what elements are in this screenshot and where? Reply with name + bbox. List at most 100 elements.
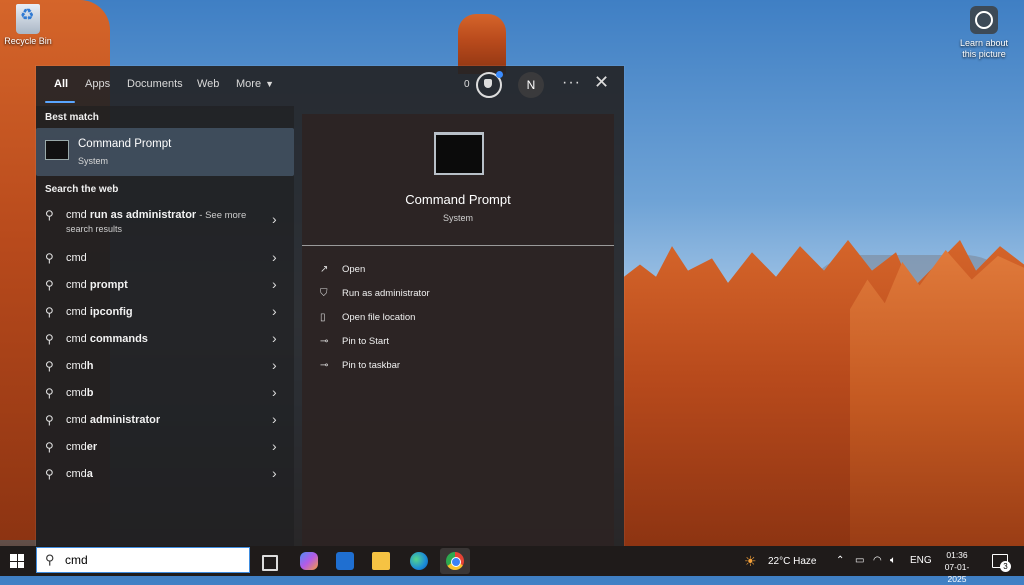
rewards-count: 0 bbox=[464, 79, 470, 90]
web-suggestion-row[interactable]: ⚲ cmd › bbox=[36, 244, 294, 271]
web-suggestion-row[interactable]: ⚲ cmd ipconfig › bbox=[36, 298, 294, 325]
clock-date: 07-01-2025 bbox=[944, 562, 970, 584]
action-open-file-location[interactable]: ▯ Open file location bbox=[320, 312, 415, 323]
search-icon: ⚲ bbox=[45, 208, 54, 222]
camera-icon bbox=[970, 6, 998, 34]
wifi-icon[interactable]: ◠ bbox=[873, 555, 882, 566]
chrome-icon[interactable] bbox=[446, 552, 464, 570]
search-input[interactable] bbox=[65, 551, 235, 569]
web-suggestion-text: cmdh bbox=[66, 360, 94, 372]
action-pin-to-start[interactable]: ⊸ Pin to Start bbox=[320, 336, 389, 347]
command-prompt-icon bbox=[434, 132, 484, 175]
search-panel: All Apps Documents Web More ▼ 0 N ··· ✕ B… bbox=[36, 66, 624, 546]
language-indicator[interactable]: ENG bbox=[910, 555, 932, 566]
web-suggestion-subtext: search results bbox=[66, 224, 123, 234]
chevron-right-icon: › bbox=[272, 330, 277, 346]
web-suggestion-row[interactable]: ⚲ cmder › bbox=[36, 433, 294, 460]
best-match-heading: Best match bbox=[45, 112, 99, 123]
action-run-as-administrator[interactable]: ⛉ Run as administrator bbox=[320, 288, 430, 299]
web-suggestion-text: cmder bbox=[66, 441, 98, 453]
weather-haze-icon[interactable]: ☀ bbox=[744, 553, 757, 570]
chevron-right-icon: › bbox=[272, 276, 277, 292]
task-view-icon[interactable] bbox=[262, 555, 278, 571]
recycle-bin-icon bbox=[16, 4, 40, 34]
search-icon: ⚲ bbox=[45, 359, 54, 373]
search-icon: ⚲ bbox=[45, 413, 54, 427]
web-suggestion-text: cmd ipconfig bbox=[66, 306, 133, 318]
file-explorer-icon[interactable] bbox=[372, 552, 390, 570]
search-web-heading: Search the web bbox=[45, 184, 119, 195]
notification-dot bbox=[496, 71, 503, 78]
desktop-background-spire bbox=[458, 14, 506, 74]
search-icon: ⚲ bbox=[45, 552, 55, 567]
meet-now-icon[interactable]: ▭ bbox=[855, 555, 864, 566]
tab-web[interactable]: Web bbox=[197, 78, 219, 90]
copilot-icon[interactable] bbox=[300, 552, 318, 570]
pin-icon: ⊸ bbox=[320, 336, 329, 347]
web-suggestion-row[interactable]: ⚲ cmdb › bbox=[36, 379, 294, 406]
pin-icon: ⊸ bbox=[320, 360, 329, 371]
command-prompt-icon bbox=[45, 140, 69, 160]
volume-icon[interactable]: 🔈︎ bbox=[890, 555, 896, 566]
chevron-right-icon: › bbox=[272, 211, 277, 227]
web-suggestion-row[interactable]: ⚲ cmd commands › bbox=[36, 325, 294, 352]
web-suggestion-row[interactable]: ⚲ cmd administrator › bbox=[36, 406, 294, 433]
tab-more[interactable]: More ▼ bbox=[236, 78, 274, 90]
search-icon: ⚲ bbox=[45, 278, 54, 292]
web-suggestion-text: cmda bbox=[66, 468, 93, 480]
recycle-bin-shortcut[interactable]: Recycle Bin bbox=[2, 4, 54, 47]
chevron-right-icon: › bbox=[272, 465, 277, 481]
weather-text[interactable]: 22°C Haze bbox=[768, 556, 816, 567]
web-suggestion-row[interactable]: ⚲ cmd run as administrator - See more se… bbox=[36, 201, 294, 237]
action-pin-to-taskbar[interactable]: ⊸ Pin to taskbar bbox=[320, 360, 400, 371]
web-suggestion-row[interactable]: ⚲ cmd prompt › bbox=[36, 271, 294, 298]
desktop-background-hoodoos-front bbox=[850, 250, 1024, 546]
best-match-title: Command Prompt bbox=[78, 138, 172, 150]
search-icon: ⚲ bbox=[45, 251, 54, 265]
preview-subtitle: System bbox=[442, 213, 473, 223]
web-suggestion-text: cmd commands bbox=[66, 333, 148, 345]
results-list: Best match Command Prompt System Search … bbox=[36, 106, 294, 546]
web-suggestion-text: cmd prompt bbox=[66, 279, 128, 291]
web-suggestion-text: cmd run as administrator - See more bbox=[66, 209, 247, 221]
web-suggestion-row[interactable]: ⚲ cmda › bbox=[36, 460, 294, 487]
clock[interactable]: 01:36 07-01-2025 bbox=[936, 549, 978, 585]
close-icon[interactable]: ✕ bbox=[594, 72, 609, 93]
result-preview-pane: Command Prompt System ↗ Open ⛉ Run as admi… bbox=[302, 114, 614, 546]
active-tab-indicator bbox=[45, 101, 75, 103]
shield-icon: ⛉ bbox=[320, 288, 328, 299]
file-location-icon: ▯ bbox=[320, 312, 326, 323]
learn-about-picture-shortcut[interactable]: Learn about this picture bbox=[952, 6, 1016, 60]
tab-all[interactable]: All bbox=[54, 78, 68, 90]
search-icon: ⚲ bbox=[45, 386, 54, 400]
tab-more-label: More bbox=[236, 78, 262, 90]
best-match-subtitle: System bbox=[78, 156, 109, 166]
taskbar-search-box[interactable]: ⚲ bbox=[36, 547, 250, 573]
chevron-down-icon: ▼ bbox=[265, 79, 274, 89]
rewards-trophy-icon[interactable] bbox=[476, 71, 503, 98]
chevron-up-icon[interactable]: ⌃ bbox=[836, 555, 844, 566]
tab-documents[interactable]: Documents bbox=[127, 78, 183, 90]
avatar[interactable]: N bbox=[518, 72, 544, 98]
windows-start-button[interactable] bbox=[10, 554, 24, 568]
learn-about-picture-label: Learn about this picture bbox=[959, 38, 1009, 59]
tab-apps[interactable]: Apps bbox=[85, 78, 110, 90]
web-suggestion-text: cmd administrator bbox=[66, 414, 161, 426]
action-open[interactable]: ↗ Open bbox=[320, 264, 365, 275]
clock-time: 01:36 bbox=[946, 550, 968, 560]
more-options-icon[interactable]: ··· bbox=[562, 74, 581, 92]
edge-icon[interactable] bbox=[410, 552, 428, 570]
divider bbox=[302, 245, 614, 246]
web-suggestion-text: cmd bbox=[66, 252, 87, 264]
web-suggestion-row[interactable]: ⚲ cmdh › bbox=[36, 352, 294, 379]
search-icon: ⚲ bbox=[45, 305, 54, 319]
chevron-right-icon: › bbox=[272, 438, 277, 454]
preview-title: Command Prompt bbox=[405, 192, 511, 207]
notification-count-badge: 3 bbox=[1000, 561, 1011, 572]
best-match-result[interactable]: Command Prompt System bbox=[36, 128, 294, 176]
chevron-right-icon: › bbox=[272, 357, 277, 373]
chevron-right-icon: › bbox=[272, 411, 277, 427]
microsoft-store-icon[interactable] bbox=[336, 552, 354, 570]
chevron-right-icon: › bbox=[272, 303, 277, 319]
search-icon: ⚲ bbox=[45, 440, 54, 454]
